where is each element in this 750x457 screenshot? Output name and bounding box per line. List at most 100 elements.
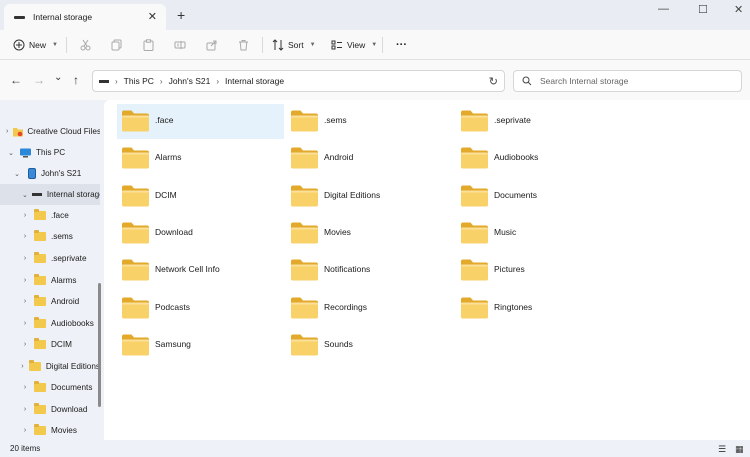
folder-item[interactable]: Digital Editions: [286, 179, 453, 214]
folder-item[interactable]: Alarms: [117, 141, 284, 176]
folder-item[interactable]: Documents: [456, 179, 623, 214]
search-input[interactable]: [540, 76, 730, 86]
sidebar-item-label: Audiobooks: [51, 319, 94, 328]
address-bar[interactable]: › This PC › John's S21 › Internal storag…: [92, 70, 505, 92]
folder-item[interactable]: Movies: [286, 216, 453, 251]
sidebar-item-documents[interactable]: › Documents: [0, 377, 100, 398]
folder-icon: [290, 333, 319, 359]
sort-button[interactable]: Sort ▼: [272, 30, 316, 60]
folder-icon: [34, 274, 46, 285]
sidebar-item-android[interactable]: › Android: [0, 291, 100, 312]
folder-item[interactable]: Podcasts: [117, 291, 284, 326]
sidebar-item-audiobooks[interactable]: › Audiobooks: [0, 313, 100, 334]
close-button[interactable]: ✕: [734, 3, 743, 16]
folder-icon: [121, 146, 150, 172]
up-button[interactable]: ↑: [73, 73, 79, 87]
folder-item[interactable]: Recordings: [286, 291, 453, 326]
folder-item[interactable]: Samsung: [117, 328, 284, 363]
sidebar-item-this-pc[interactable]: ⌄ This PC: [0, 142, 100, 163]
sidebar-item-digital-editions[interactable]: › Digital Editions: [0, 356, 100, 377]
folder-icon: [460, 184, 489, 210]
tab-close-icon[interactable]: ✕: [148, 10, 157, 23]
folder-item[interactable]: Network Cell Info: [117, 253, 284, 288]
chevron-down-icon[interactable]: ⌄: [22, 191, 28, 199]
folder-item[interactable]: Pictures: [456, 253, 623, 288]
folder-item[interactable]: DCIM: [117, 179, 284, 214]
more-options-button[interactable]: ···: [396, 30, 407, 60]
tab-internal-storage[interactable]: Internal storage ✕: [4, 4, 166, 30]
sidebar-item-movies[interactable]: › Movies: [0, 420, 100, 440]
chevron-right-icon[interactable]: ›: [20, 320, 30, 327]
sidebar-item-internal-storage[interactable]: ⌄ Internal storage: [0, 184, 100, 205]
folder-item[interactable]: Download: [117, 216, 284, 251]
breadcrumb-this-pc[interactable]: This PC: [124, 76, 154, 86]
chevron-down-icon[interactable]: ⌄: [12, 170, 22, 178]
cut-button[interactable]: [80, 30, 91, 60]
breadcrumb-chevron-icon[interactable]: ›: [216, 77, 219, 86]
folder-item[interactable]: Music: [456, 216, 623, 251]
folder-item[interactable]: Ringtones: [456, 291, 623, 326]
chevron-right-icon[interactable]: ›: [20, 233, 30, 240]
delete-button[interactable]: [238, 30, 249, 60]
chevron-right-icon[interactable]: ›: [20, 427, 30, 434]
chevron-right-icon[interactable]: ›: [20, 363, 25, 370]
folder-icon: [34, 381, 46, 392]
sidebar-item-creative-cloud[interactable]: › Creative Cloud Files: [0, 121, 100, 142]
sidebar-item-download[interactable]: › Download: [0, 399, 100, 420]
chevron-right-icon[interactable]: ›: [20, 298, 30, 305]
chevron-right-icon[interactable]: ›: [20, 341, 30, 348]
sidebar-item-alarms[interactable]: › Alarms: [0, 270, 100, 291]
address-row: ← → ⌄ ↑ › This PC › John's S21 › Interna…: [0, 60, 750, 100]
chevron-right-icon[interactable]: ›: [6, 128, 8, 135]
share-button[interactable]: [206, 30, 218, 60]
maximize-button[interactable]: ☐: [698, 3, 708, 16]
sidebar-item-label: Alarms: [51, 276, 77, 285]
breadcrumb-internal-storage[interactable]: Internal storage: [225, 76, 284, 86]
rename-button[interactable]: [174, 30, 186, 60]
recent-locations-button[interactable]: ⌄: [54, 71, 62, 85]
chevron-down-icon[interactable]: ⌄: [6, 149, 16, 157]
breadcrumb-chevron-icon[interactable]: ›: [115, 77, 118, 86]
breadcrumb-chevron-icon[interactable]: ›: [160, 77, 163, 86]
phone-icon: [28, 168, 36, 179]
folder-name: Recordings: [324, 302, 367, 312]
copy-button[interactable]: [111, 30, 122, 60]
forward-button[interactable]: →: [33, 73, 45, 87]
folder-item[interactable]: Sounds: [286, 328, 453, 363]
folder-item[interactable]: Android: [286, 141, 453, 176]
minimize-button[interactable]: —: [658, 3, 669, 15]
chevron-right-icon[interactable]: ›: [20, 212, 30, 219]
view-button[interactable]: View ▼: [331, 30, 377, 60]
sidebar-item-face[interactable]: › .face: [0, 205, 100, 226]
tiles-view-icon[interactable]: ▦: [735, 444, 744, 455]
share-icon: [206, 40, 217, 51]
new-button[interactable]: New ▼: [13, 30, 58, 60]
folder-name: .face: [155, 115, 174, 125]
new-tab-button[interactable]: +: [177, 7, 185, 23]
details-view-icon[interactable]: ☰: [718, 444, 726, 455]
folder-item[interactable]: .seprivate: [456, 104, 623, 139]
folder-icon: [290, 221, 319, 247]
folder-name: Audiobooks: [494, 152, 539, 162]
refresh-button[interactable]: ↻: [489, 75, 498, 88]
folder-item[interactable]: Audiobooks: [456, 141, 623, 176]
sidebar-item-seprivate[interactable]: › .seprivate: [0, 248, 100, 269]
sidebar-item-dcim[interactable]: › DCIM: [0, 334, 100, 355]
sidebar-item-sems[interactable]: › .sems: [0, 226, 100, 247]
sidebar-item-johns-s21[interactable]: ⌄ John's S21: [0, 163, 100, 184]
chevron-right-icon[interactable]: ›: [20, 406, 30, 413]
chevron-right-icon[interactable]: ›: [20, 277, 30, 284]
folder-name: Pictures: [494, 264, 525, 274]
search-box[interactable]: [513, 70, 742, 92]
folder-item[interactable]: Notifications: [286, 253, 453, 288]
folder-item[interactable]: .sems: [286, 104, 453, 139]
folder-item[interactable]: .face: [117, 104, 284, 139]
breadcrumb-device[interactable]: John's S21: [169, 76, 211, 86]
chevron-right-icon[interactable]: ›: [20, 384, 30, 391]
chevron-right-icon[interactable]: ›: [20, 255, 30, 262]
file-list: .face .sems .seprivate Alarms Android Audiobo…: [104, 100, 750, 440]
more-icon: ···: [396, 39, 407, 51]
sidebar-scrollbar[interactable]: [98, 283, 101, 407]
paste-button[interactable]: [143, 30, 154, 60]
back-button[interactable]: ←: [10, 73, 22, 87]
